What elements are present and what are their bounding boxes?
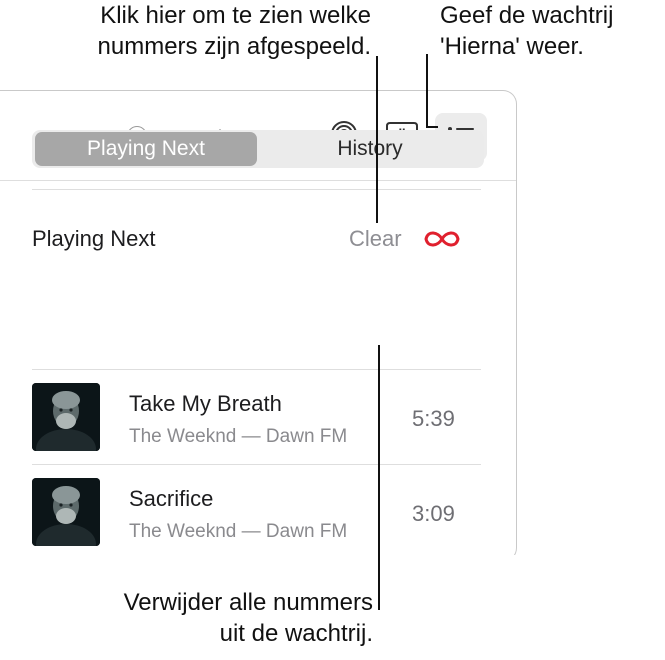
tab-history[interactable]: History	[259, 132, 481, 166]
callout-queue-line-2: 'Hierna' weer.	[440, 33, 584, 60]
tab-playing-next[interactable]: Playing Next	[35, 132, 257, 166]
panel-bottom-mask	[0, 555, 520, 565]
callout-queue: Geef de wachtrij 'Hierna' weer.	[440, 0, 613, 62]
row-divider	[32, 369, 481, 370]
callout-clear-line-1: Verwijder alle nummers	[123, 589, 373, 616]
leader-line-clear	[378, 345, 380, 610]
row-divider	[32, 464, 481, 465]
callout-clear: Verwijder alle nummers uit de wachtrij.	[124, 587, 373, 649]
callout-history-line-1: Klik hier om te zien welke	[100, 2, 371, 29]
segment-divider	[32, 189, 481, 190]
leader-line-queue	[426, 54, 428, 128]
queue-segmented-control: Playing Next History	[32, 130, 484, 168]
leader-line-queue-tick	[426, 126, 438, 128]
list-item[interactable]: Sacrifice The Weeknd — Dawn FM 3:09	[32, 478, 492, 558]
toolbar-divider	[0, 180, 516, 181]
track-title: Sacrifice	[129, 486, 214, 511]
album-art	[32, 478, 100, 546]
infinity-icon[interactable]	[422, 229, 462, 249]
clear-button[interactable]: Clear	[349, 226, 402, 252]
track-subtitle: The Weeknd — Dawn FM	[129, 521, 348, 542]
callout-clear-line-2: uit de wachtrij.	[219, 620, 373, 647]
callout-history: Klik hier om te zien welke nummers zijn …	[98, 0, 371, 62]
leader-line-history	[376, 56, 378, 223]
track-duration: 5:39	[412, 406, 455, 431]
callout-history-line-2: nummers zijn afgespeeld.	[97, 33, 371, 60]
track-subtitle: The Weeknd — Dawn FM	[129, 426, 348, 447]
track-duration: 3:09	[412, 501, 455, 526]
section-title: Playing Next	[32, 226, 156, 251]
list-item[interactable]: Take My Breath The Weeknd — Dawn FM 5:39	[32, 383, 492, 463]
album-art	[32, 383, 100, 451]
callout-queue-line-1: Geef de wachtrij	[440, 2, 614, 29]
track-title: Take My Breath	[129, 391, 282, 416]
